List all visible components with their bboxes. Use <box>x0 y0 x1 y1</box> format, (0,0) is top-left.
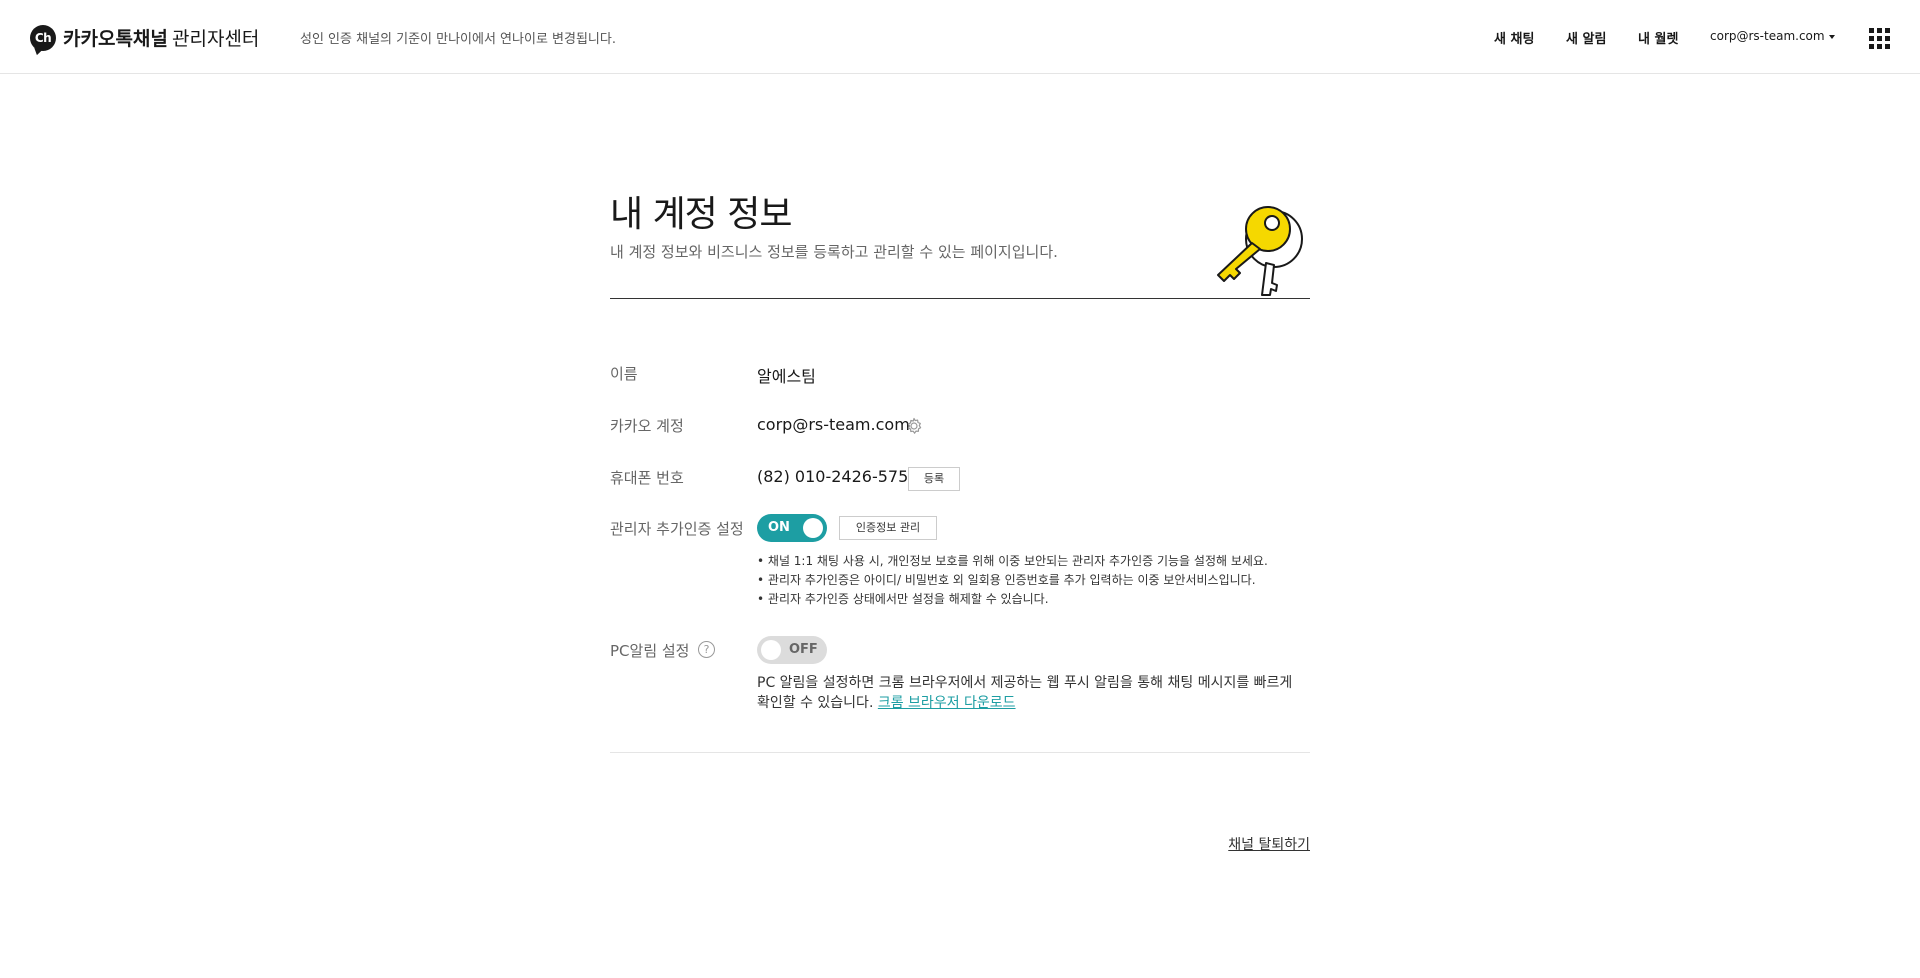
list-item: 관리자 추가인증은 아이디/ 비밀번호 외 일회용 인증번호를 추가 입력하는 … <box>757 571 1268 590</box>
name-value: 알에스팀 <box>757 367 816 386</box>
pc-alarm-toggle[interactable]: OFF <box>757 636 827 664</box>
pc-alarm-text: PC 알림을 설정하면 크롬 브라우저에서 제공하는 웹 푸시 알림을 통해 채… <box>757 675 1293 711</box>
header-notice[interactable]: 성인 인증 채널의 기준이 만나이에서 연나이로 변경됩니다. <box>300 28 616 47</box>
chrome-download-link[interactable]: 크롬 브라우저 다운로드 <box>878 695 1016 711</box>
admin-auth-label: 관리자 추가인증 설정 <box>610 520 744 538</box>
leave-channel-link[interactable]: 채널 탈퇴하기 <box>1228 834 1310 854</box>
nav-new-alarm[interactable]: 새 알림 <box>1566 28 1606 47</box>
admin-auth-toggle[interactable]: ON <box>757 514 827 542</box>
phone-value: (82) 010-2426-5758 <box>757 467 919 486</box>
page-title: 내 계정 정보 <box>610 194 792 235</box>
gear-icon[interactable] <box>904 416 924 436</box>
account-menu[interactable]: corp@rs-team.com <box>1710 29 1825 43</box>
auth-info-manage-button[interactable]: 인증정보 관리 <box>839 516 937 540</box>
channel-logo-icon[interactable]: Ch <box>30 25 56 51</box>
kakao-account-label: 카카오 계정 <box>610 417 684 435</box>
toggle-knob <box>803 518 823 538</box>
phone-register-button[interactable]: 등록 <box>908 467 960 491</box>
nav-my-wallet[interactable]: 내 월렛 <box>1638 28 1678 47</box>
name-label: 이름 <box>610 365 638 383</box>
list-item: 관리자 추가인증 상태에서만 설정을 해제할 수 있습니다. <box>757 590 1268 609</box>
toggle-knob <box>761 640 781 660</box>
list-item: 채널 1:1 채팅 사용 시, 개인정보 보호를 위해 이중 보안되는 관리자 … <box>757 552 1268 571</box>
toggle-on-label: ON <box>768 520 790 535</box>
page-subtitle: 내 계정 정보와 비즈니스 정보를 등록하고 관리할 수 있는 페이지입니다. <box>610 243 1058 261</box>
caret-down-icon[interactable] <box>1829 35 1835 39</box>
key-illustration-icon <box>1217 206 1303 296</box>
phone-label: 휴대폰 번호 <box>610 469 684 487</box>
title-divider <box>610 298 1310 299</box>
pc-alarm-label: PC알림 설정 <box>610 642 690 660</box>
brand-name[interactable]: 카카오톡채널 <box>63 24 168 51</box>
brand-subtitle[interactable]: 관리자센터 <box>172 24 259 51</box>
admin-auth-description: 채널 1:1 채팅 사용 시, 개인정보 보호를 위해 이중 보안되는 관리자 … <box>757 552 1268 609</box>
app-grid-icon[interactable] <box>1869 28 1890 49</box>
toggle-off-label: OFF <box>789 642 818 657</box>
nav-new-chat[interactable]: 새 채팅 <box>1494 28 1534 47</box>
pc-alarm-description: PC 알림을 설정하면 크롬 브라우저에서 제공하는 웹 푸시 알림을 통해 채… <box>757 673 1297 713</box>
bottom-divider <box>610 752 1310 753</box>
help-icon[interactable]: ? <box>698 641 715 658</box>
kakao-account-value: corp@rs-team.com <box>757 415 910 434</box>
top-header: Ch 카카오톡채널 관리자센터 성인 인증 채널의 기준이 만나이에서 연나이로… <box>0 0 1920 74</box>
